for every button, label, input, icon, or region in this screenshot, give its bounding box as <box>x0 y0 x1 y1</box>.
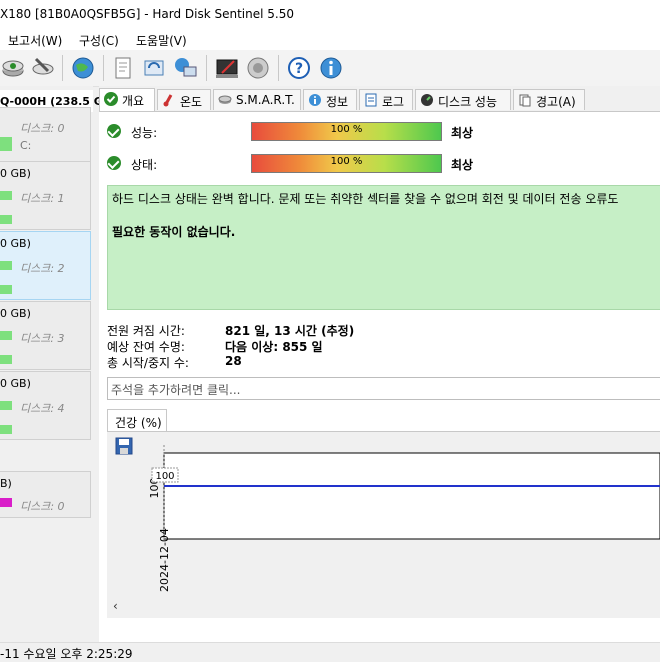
disk-capacity: 0 GB) <box>0 307 31 320</box>
check-icon <box>104 92 118 106</box>
health-indicator <box>0 425 12 434</box>
sync-icon[interactable] <box>141 55 167 81</box>
window-title: X180 [81B0A0QSFB5G] - Hard Disk Sentinel… <box>0 7 294 21</box>
tab-disk-performance[interactable]: 디스크 성능 <box>415 89 511 110</box>
scroll-left-icon[interactable]: ‹ <box>113 599 118 613</box>
disk-capacity: 0 GB) <box>0 167 31 180</box>
thermometer-icon <box>163 94 173 107</box>
health-indicator <box>0 331 12 340</box>
data-label: 100 <box>155 471 174 482</box>
health-indicator <box>0 261 12 270</box>
status-datetime: -11 수요일 오후 2:25:29 <box>0 647 133 661</box>
disk-icon <box>218 95 232 104</box>
health-chart: 1001002024-12-04 <box>148 445 660 592</box>
health-indicator <box>0 355 12 364</box>
lifetime-value: 다음 이상: 855 일 <box>225 340 323 354</box>
disk-label: 디스크: 0 <box>20 122 65 135</box>
performance-label: 성능: <box>131 126 158 140</box>
tab-smart[interactable]: S.M.A.R.T. <box>213 89 301 110</box>
note-input[interactable]: 주석을 추가하려면 클릭... <box>107 377 660 400</box>
health-indicator <box>0 285 12 294</box>
health-indicator <box>0 142 12 151</box>
report-icon[interactable] <box>110 55 136 81</box>
disk-label: 디스크: 1 <box>20 192 65 205</box>
toolbar-separator <box>278 55 279 81</box>
sound-icon[interactable] <box>245 55 271 81</box>
health-bar: 100 % <box>251 154 442 173</box>
power-on-label: 전원 켜짐 시간: <box>107 324 185 338</box>
health-chart-tab-label: 건강 (%) <box>115 416 162 430</box>
tab-log[interactable]: 로그 <box>359 89 413 110</box>
svg-text:?: ? <box>295 61 303 77</box>
health-indicator <box>0 191 12 200</box>
starts-label: 총 시작/중지 수: <box>107 356 189 370</box>
health-indicator <box>0 215 12 224</box>
menu-report[interactable]: 보고서(W) <box>8 32 62 49</box>
horizontal-scrollbar[interactable]: ‹ <box>107 595 660 618</box>
globe-icon[interactable] <box>70 55 96 81</box>
info-icon <box>309 94 321 106</box>
check-icon <box>107 156 121 170</box>
menu-config[interactable]: 구성(C) <box>79 32 119 49</box>
action-message: 필요한 동작이 없습니다. <box>112 225 236 239</box>
toolbar-separator <box>103 55 104 81</box>
status-message: 하드 디스크 상태는 완벽 합니다. 문제 또는 취약한 섹터를 찾을 수 없으… <box>112 192 619 206</box>
tab-information[interactable]: 정보 <box>303 89 357 110</box>
disk-label: 디스크: 2 <box>20 262 65 275</box>
tab-bar: 개요 온도 S.M.A.R.T. 정보 로그 디스크 성능 경고(A) <box>99 88 660 111</box>
overview-panel: 성능: 100 % 최상 상태: 100 % 최상 하드 디스크 상태는 완벽 … <box>99 111 660 643</box>
toolbar: ? <box>0 50 660 87</box>
menu-help[interactable]: 도움말(V) <box>136 32 187 49</box>
drive-letter: C: <box>20 139 32 152</box>
plot-area <box>163 452 660 540</box>
x-tick-label: 2024-12-04 <box>158 528 171 592</box>
disk-capacity: 0 GB) <box>0 237 31 250</box>
performance-grade: 최상 <box>451 126 474 140</box>
health-indicator <box>0 498 12 507</box>
gauge-icon <box>421 94 433 106</box>
toolbar-separator <box>62 55 63 81</box>
health-label: 상태: <box>131 158 158 172</box>
disk-item[interactable]: 0 GB) 디스크: 3 <box>0 301 91 370</box>
disk-capacity: B) <box>0 477 12 490</box>
info-icon[interactable] <box>318 55 344 81</box>
help-icon[interactable]: ? <box>286 55 312 81</box>
disk-item[interactable]: 0 GB) 디스크: 4 <box>0 371 91 440</box>
disk-list-pane: Q-000H (238.5 G 디스크: 0 C: 0 GB) 디스크: 1 0… <box>0 86 103 642</box>
network-icon[interactable] <box>172 55 198 81</box>
disk-item[interactable]: 0 GB) 디스크: 1 <box>0 161 91 230</box>
warning-icon <box>519 94 531 107</box>
title-bar: X180 [81B0A0QSFB5G] - Hard Disk Sentinel… <box>0 0 660 30</box>
tab-alerts[interactable]: 경고(A) <box>513 89 585 110</box>
document-icon <box>365 93 377 107</box>
starts-value: 28 <box>225 354 242 368</box>
disk-item-selected[interactable]: 0 GB) 디스크: 2 <box>0 231 91 300</box>
disk-label: 디스크: 0 <box>20 500 65 513</box>
lifetime-label: 예상 잔여 수명: <box>107 340 185 354</box>
note-placeholder: 주석을 추가하려면 클릭... <box>111 383 241 397</box>
power-on-value: 821 일, 13 시간 (추정) <box>225 324 355 338</box>
health-indicator <box>0 401 12 410</box>
tab-overview[interactable]: 개요 <box>99 88 155 111</box>
disk-test-icon[interactable] <box>30 55 56 81</box>
disk-capacity: 0 GB) <box>0 377 31 390</box>
disk-item[interactable]: B) 디스크: 0 <box>0 471 91 518</box>
disk-refresh-icon[interactable] <box>0 55 26 81</box>
menu-bar: 보고서(W) 구성(C) 도움말(V) <box>0 30 660 50</box>
check-icon <box>107 124 121 138</box>
performance-bar: 100 % <box>251 122 442 141</box>
main-panel: 개요 온도 S.M.A.R.T. 정보 로그 디스크 성능 경고(A) 성능: <box>99 86 660 643</box>
tab-temperature[interactable]: 온도 <box>157 89 211 110</box>
health-chart-area: 100 100 2024-12-04 ‹ <box>107 431 660 618</box>
health-grade: 최상 <box>451 158 474 172</box>
tab-health-chart[interactable]: 건강 (%) <box>107 409 167 432</box>
performance-value: 100 % <box>330 124 363 135</box>
disk-label: 디스크: 3 <box>20 332 65 345</box>
status-message-box: 하드 디스크 상태는 완벽 합니다. 문제 또는 취약한 섹터를 찾을 수 없으… <box>107 185 660 310</box>
disk-label: 디스크: 4 <box>20 402 65 415</box>
health-value: 100 % <box>330 156 363 167</box>
settings-icon[interactable] <box>214 55 240 81</box>
status-bar: -11 수요일 오후 2:25:29 <box>0 642 660 661</box>
toolbar-separator <box>206 55 207 81</box>
